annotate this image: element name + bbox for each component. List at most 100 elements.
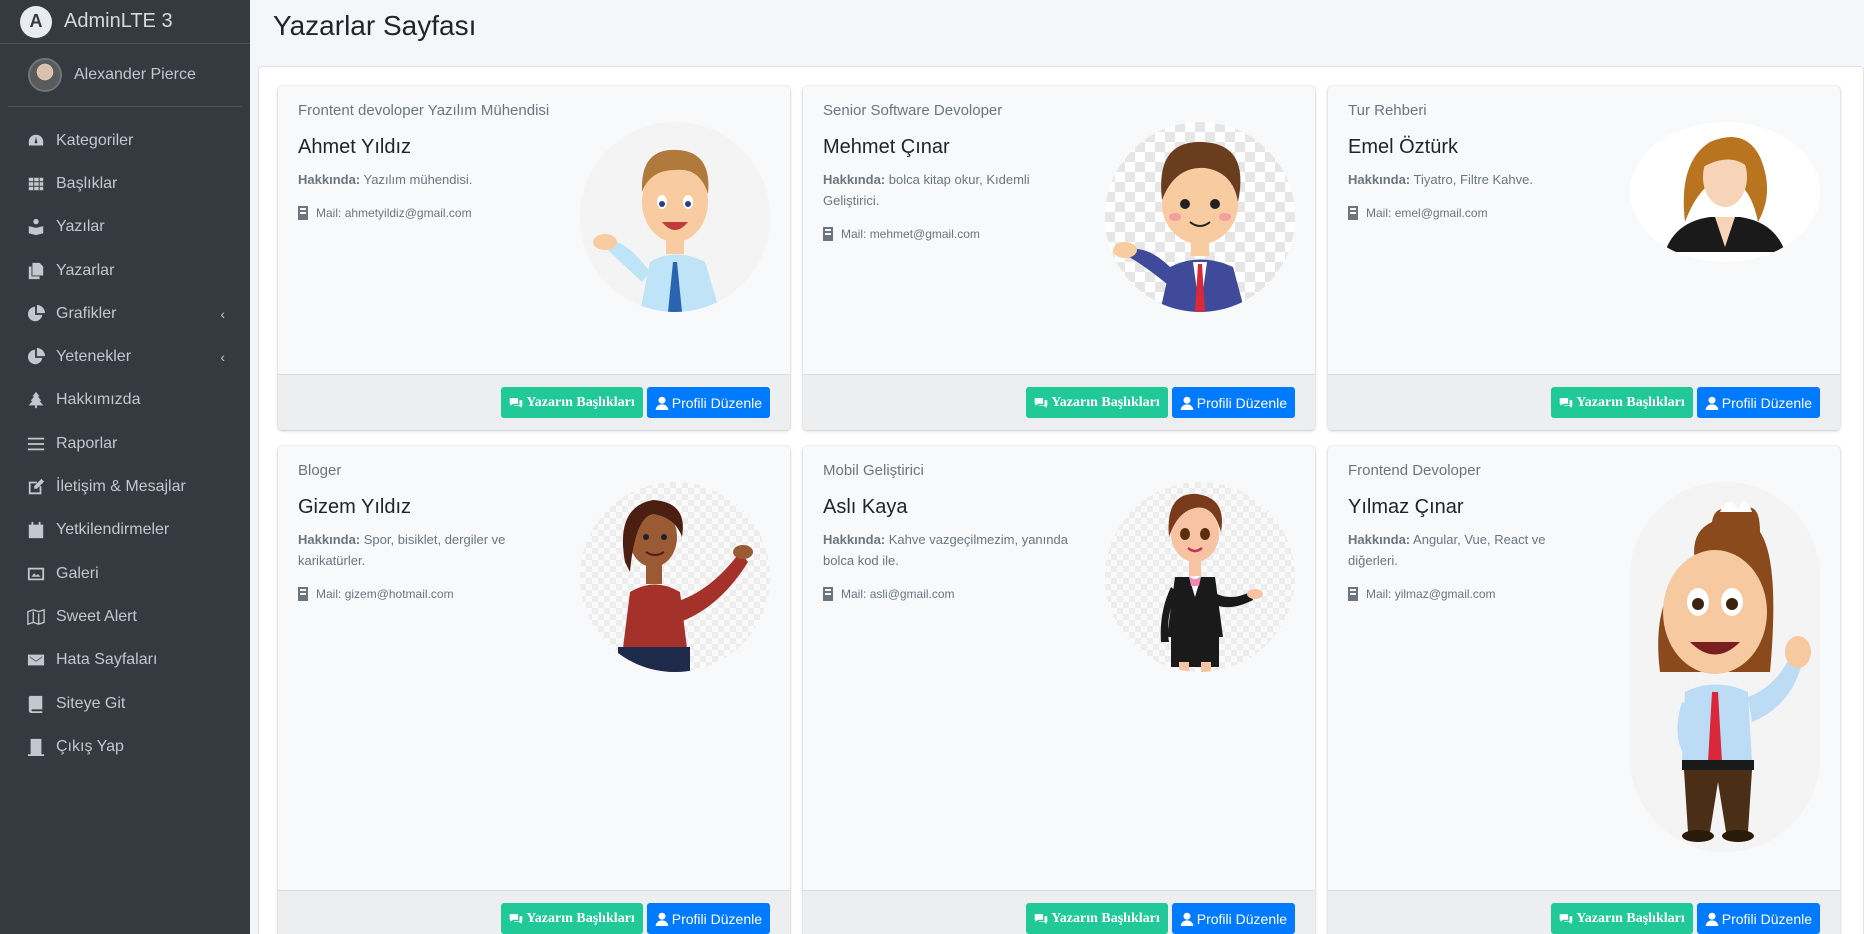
building-icon bbox=[298, 587, 308, 601]
author-role: Frontent devoloper Yazılım Mühendisi bbox=[298, 102, 550, 119]
sidebar-item-label: Kategoriler bbox=[56, 131, 134, 149]
sidebar-item-basliklar[interactable]: Başlıklar bbox=[0, 162, 250, 205]
bars-icon bbox=[25, 435, 47, 453]
user-icon bbox=[1180, 912, 1194, 926]
card-footer: Yazarın Başlıkları Profili Düzenle bbox=[803, 374, 1315, 430]
sidebar-item-label: Yazarlar bbox=[56, 261, 115, 279]
brand-title: AdminLTE 3 bbox=[64, 10, 173, 32]
sidebar-item-label: Yazılar bbox=[56, 218, 105, 236]
book-reader-icon bbox=[25, 218, 47, 236]
tree-icon bbox=[25, 391, 47, 409]
author-titles-button[interactable]: Yazarın Başlıkları bbox=[1551, 387, 1693, 418]
building-icon bbox=[823, 227, 833, 241]
building-icon bbox=[823, 587, 833, 601]
avatar bbox=[28, 58, 62, 92]
edit-profile-button[interactable]: Profili Düzenle bbox=[646, 903, 770, 934]
female-suit-cartoon-avatar bbox=[1105, 482, 1295, 672]
author-card: Frontend Devoloper Yılmaz Çınar Hakkında… bbox=[1328, 446, 1840, 934]
female-cartoon-avatar bbox=[580, 482, 770, 672]
sidebar-item-label: Galeri bbox=[56, 564, 99, 582]
author-role: Tur Rehberi bbox=[1348, 102, 1427, 119]
user-icon bbox=[1705, 912, 1719, 926]
male-cartoon-avatar bbox=[580, 122, 770, 312]
chevron-left-icon: ‹ bbox=[220, 305, 225, 322]
card-footer: Yazarın Başlıkları Profili Düzenle bbox=[1328, 374, 1840, 430]
author-card: Senior Software Devoloper Mehmet Çınar H… bbox=[803, 86, 1315, 430]
sidebar-item-label: Raporlar bbox=[56, 434, 118, 452]
author-about: Hakkında: Kahve vazgeçilmezim, yanında b… bbox=[823, 532, 1068, 568]
author-role: Bloger bbox=[298, 462, 342, 479]
sidebar-item-hakkimizda[interactable]: Hakkımızda bbox=[0, 379, 250, 422]
sidebar-item-label: Hakkımızda bbox=[56, 391, 141, 409]
user-name: Alexander Pierce bbox=[74, 66, 196, 83]
chart-pie-icon bbox=[25, 304, 47, 323]
sidebar-item-label: Sweet Alert bbox=[56, 607, 137, 625]
building-icon bbox=[1348, 587, 1358, 601]
edit-profile-button[interactable]: Profili Düzenle bbox=[1696, 903, 1820, 934]
sidebar-item-raporlar[interactable]: Raporlar bbox=[0, 422, 250, 465]
comments-icon bbox=[1559, 397, 1573, 408]
author-titles-button[interactable]: Yazarın Başlıkları bbox=[1026, 387, 1168, 418]
sidebar-nav: Kategoriler Başlıklar Yazılar Yazarlar G… bbox=[0, 107, 250, 768]
author-role: Mobil Geliştirici bbox=[823, 462, 924, 479]
brand-logo-icon: A bbox=[20, 5, 52, 38]
card-footer: Yazarın Başlıkları Profili Düzenle bbox=[278, 374, 790, 430]
author-card: Frontent devoloper Yazılım Mühendisi Ahm… bbox=[278, 86, 790, 430]
comments-icon bbox=[509, 397, 523, 408]
author-titles-button[interactable]: Yazarın Başlıkları bbox=[1026, 903, 1168, 934]
author-titles-button[interactable]: Yazarın Başlıkları bbox=[501, 387, 643, 418]
comments-icon bbox=[1034, 913, 1048, 924]
edit-profile-button[interactable]: Profili Düzenle bbox=[1171, 903, 1295, 934]
sidebar-item-yazarlar[interactable]: Yazarlar bbox=[0, 249, 250, 292]
user-icon bbox=[655, 912, 669, 926]
sidebar-item-hata-sayfalari[interactable]: Hata Sayfaları bbox=[0, 639, 250, 682]
sidebar: A AdminLTE 3 Alexander Pierce Kategorile… bbox=[0, 0, 250, 934]
sidebar-item-siteye-git[interactable]: Siteye Git bbox=[0, 682, 250, 725]
sidebar-item-iletisim[interactable]: İletişim & Mesajlar bbox=[0, 465, 250, 508]
user-panel[interactable]: Alexander Pierce bbox=[8, 44, 242, 107]
comments-icon bbox=[509, 913, 523, 924]
sidebar-item-grafikler[interactable]: Grafikler ‹ bbox=[0, 292, 250, 335]
sidebar-item-label: Grafikler bbox=[56, 304, 117, 322]
author-about: Hakkında: Angular, Vue, React ve diğerle… bbox=[1348, 532, 1546, 568]
sidebar-item-label: İletişim & Mesajlar bbox=[56, 478, 186, 496]
image-icon bbox=[25, 565, 47, 583]
envelope-icon bbox=[25, 651, 47, 669]
edit-profile-button[interactable]: Profili Düzenle bbox=[1696, 387, 1820, 418]
author-titles-button[interactable]: Yazarın Başlıkları bbox=[1551, 903, 1693, 934]
author-about: Hakkında: Tiyatro, Filtre Kahve. bbox=[1348, 172, 1533, 187]
author-card: Tur Rehberi Emel Öztürk Hakkında: Tiyatr… bbox=[1328, 86, 1840, 430]
card-footer: Yazarın Başlıkları Profili Düzenle bbox=[803, 890, 1315, 934]
edit-icon bbox=[25, 478, 47, 496]
sidebar-item-label: Siteye Git bbox=[56, 694, 126, 712]
building-icon bbox=[1348, 206, 1358, 220]
author-role: Senior Software Devoloper bbox=[823, 102, 1003, 119]
sidebar-item-kategoriler[interactable]: Kategoriler bbox=[0, 119, 250, 162]
page-title: Yazarlar Sayfası bbox=[273, 10, 477, 41]
edit-profile-button[interactable]: Profili Düzenle bbox=[646, 387, 770, 418]
main-content: Yazarlar Sayfası Frontent devoloper Yazı… bbox=[250, 0, 1864, 934]
sidebar-item-yazilar[interactable]: Yazılar bbox=[0, 206, 250, 249]
brand-link[interactable]: A AdminLTE 3 bbox=[0, 0, 250, 44]
female-silhouette-avatar bbox=[1630, 122, 1820, 262]
sidebar-item-yetkilendirmeler[interactable]: Yetkilendirmeler bbox=[0, 509, 250, 552]
male-suit-cartoon-avatar bbox=[1105, 122, 1295, 312]
sidebar-item-sweet-alert[interactable]: Sweet Alert bbox=[0, 595, 250, 638]
sidebar-item-galeri[interactable]: Galeri bbox=[0, 552, 250, 595]
author-about: Hakkında: bolca kitap okur, Kıdemli Geli… bbox=[823, 172, 1030, 208]
chart-pie-icon bbox=[25, 348, 47, 366]
sidebar-item-cikis[interactable]: Çıkış Yap bbox=[0, 725, 250, 768]
edit-profile-button[interactable]: Profili Düzenle bbox=[1171, 387, 1295, 418]
comments-icon bbox=[1559, 913, 1573, 924]
author-role: Frontend Devoloper bbox=[1348, 462, 1481, 479]
sidebar-item-label: Yetenekler bbox=[56, 348, 132, 366]
chevron-left-icon: ‹ bbox=[220, 349, 225, 366]
author-titles-button[interactable]: Yazarın Başlıkları bbox=[501, 903, 643, 934]
sidebar-item-yetenekler[interactable]: Yetenekler ‹ bbox=[0, 335, 250, 378]
sidebar-item-label: Çıkış Yap bbox=[56, 737, 124, 755]
sidebar-item-label: Hata Sayfaları bbox=[56, 651, 158, 669]
card-footer: Yazarın Başlıkları Profili Düzenle bbox=[1328, 890, 1840, 934]
card-footer: Yazarın Başlıkları Profili Düzenle bbox=[278, 890, 790, 934]
user-icon bbox=[1705, 396, 1719, 410]
sidebar-item-label: Yetkilendirmeler bbox=[56, 521, 170, 539]
